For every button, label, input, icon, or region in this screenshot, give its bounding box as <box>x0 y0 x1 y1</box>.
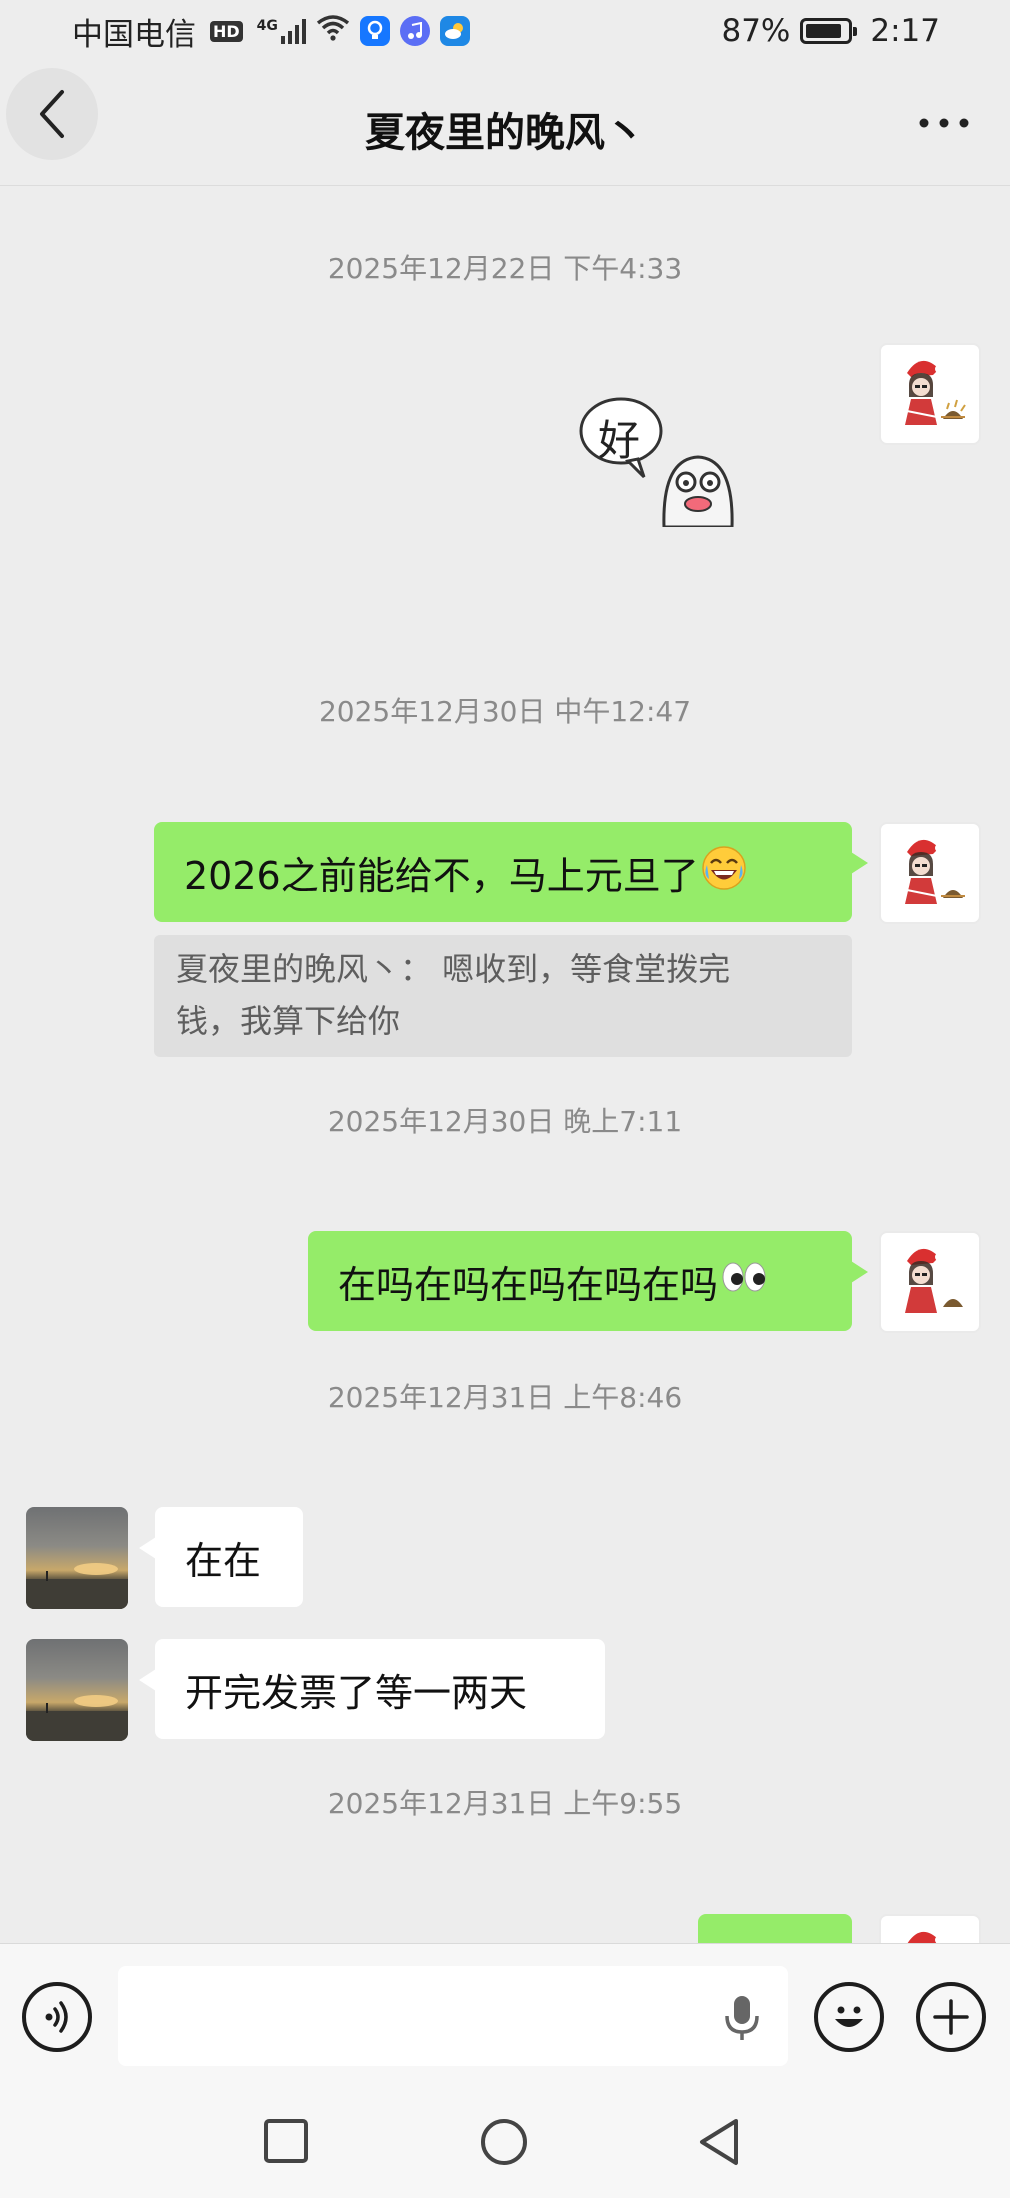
signal-icon: 4G <box>257 18 306 44</box>
emoji-icon <box>835 2006 863 2027</box>
my-avatar[interactable] <box>879 343 981 445</box>
more-actions-button[interactable] <box>916 1982 986 2052</box>
girl-avatar-icon <box>905 360 966 425</box>
voice-icon <box>45 2001 68 2033</box>
hd-badge: HD <box>210 20 243 42</box>
status-right: 87% 2:17 <box>721 13 940 49</box>
voice-toggle-button[interactable] <box>22 1982 92 2052</box>
message-bubble-self[interactable]: 在吗在吗在吗在吗在吗 <box>308 1231 868 1331</box>
emoji-button[interactable] <box>814 1982 884 2052</box>
music-app-icon <box>399 16 430 46</box>
my-avatar[interactable] <box>879 822 981 924</box>
more-button[interactable] <box>914 98 974 148</box>
contact-avatar[interactable] <box>26 1639 128 1741</box>
timestamp: 2025年12月31日 上午9:55 <box>327 1787 683 1820</box>
battery-fill <box>806 24 842 38</box>
nav-back-button[interactable] <box>696 2117 742 2171</box>
chat-header: 夏夜里的晚风丶 <box>0 62 1010 186</box>
laugh-emoji-icon <box>701 845 747 900</box>
battery-icon <box>800 18 858 44</box>
sticker-text: 好 <box>598 416 641 465</box>
status-bar: 中国电信 HD 4G 87% 2:17 <box>0 0 1010 62</box>
message-bubble-other[interactable]: 在在 <box>139 1507 303 1607</box>
sunset-avatar-icon <box>26 1563 128 1609</box>
girl-avatar-icon <box>905 839 965 904</box>
chat-title: 夏夜里的晚风丶 <box>365 110 645 156</box>
status-left: 中国电信 HD 4G <box>72 9 470 54</box>
message-bubble-self[interactable] <box>698 1914 852 1943</box>
carrier-name: 中国电信 <box>72 16 196 53</box>
quote-line: 钱，我算下给你 <box>176 1002 401 1040</box>
message-bubble-self[interactable]: 2026之前能给不，马上元旦了 <box>154 822 868 922</box>
girl-avatar-icon <box>905 1248 963 1313</box>
plus-icon <box>933 1999 969 2035</box>
eyes-emoji-icon <box>720 1259 768 1303</box>
timestamp: 2025年12月22日 下午4:33 <box>327 252 683 285</box>
sunset-avatar-icon <box>26 1695 128 1741</box>
recent-apps-button[interactable] <box>262 2117 310 2169</box>
timestamp: 2025年12月30日 中午12:47 <box>318 695 692 728</box>
message-text: 开完发票了等一两天 <box>185 1670 528 1715</box>
quoted-message[interactable]: 夏夜里的晚风丶： 嗯收到，等食堂拨完 钱，我算下给你 <box>154 935 852 1057</box>
weather-app-icon <box>439 16 470 46</box>
my-avatar[interactable] <box>879 1231 981 1333</box>
sticker-message[interactable]: 好 <box>576 387 756 529</box>
mic-icon[interactable] <box>722 1994 762 2046</box>
battery-percent: 87% <box>721 13 791 49</box>
wifi-icon <box>316 13 350 49</box>
message-text: 在吗在吗在吗在吗在吗 <box>338 1262 719 1307</box>
my-avatar[interactable] <box>879 1914 981 1943</box>
message-bubble-other[interactable]: 开完发票了等一两天 <box>139 1639 605 1739</box>
home-icon <box>481 2119 527 2165</box>
clock: 2:17 <box>870 13 940 49</box>
quote-line: 夏夜里的晚风丶： 嗯收到，等食堂拨完 <box>176 950 731 988</box>
bulb-app-icon <box>359 16 390 46</box>
message-text: 在在 <box>185 1538 262 1583</box>
chat-area[interactable]: 2025年12月22日 下午4:33 好 2025年12月30日 中午12:47… <box>0 187 1010 1943</box>
contact-avatar[interactable] <box>26 1507 128 1609</box>
message-text: 2026之前能给不，马上元旦了 <box>184 853 699 898</box>
more-icon <box>919 118 969 128</box>
recent-apps-icon <box>264 2119 308 2163</box>
network-type: 4G <box>256 18 278 34</box>
system-navigation-bar <box>0 2089 1010 2198</box>
girl-avatar-icon <box>907 1932 943 1943</box>
back-nav-icon <box>700 2119 738 2165</box>
home-button[interactable] <box>479 2117 529 2171</box>
message-input[interactable] <box>118 1966 788 2066</box>
timestamp: 2025年12月31日 上午8:46 <box>327 1381 683 1414</box>
timestamp: 2025年12月30日 晚上7:11 <box>327 1105 683 1138</box>
input-bar <box>0 1943 1010 2089</box>
